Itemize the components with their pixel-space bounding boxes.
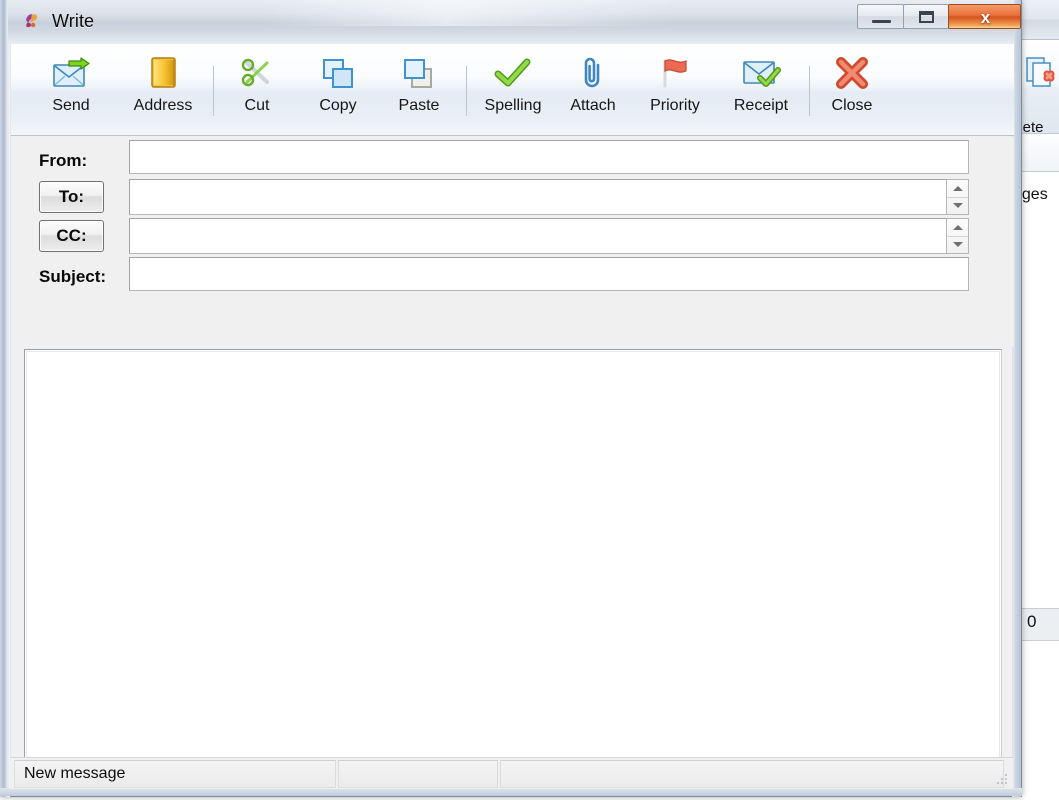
cc-spinner[interactable] xyxy=(947,218,969,254)
scissors-icon xyxy=(219,52,295,94)
send-envelope-icon xyxy=(25,52,117,94)
toolbar-label-receipt: Receipt xyxy=(733,97,789,114)
status-panel-second xyxy=(338,760,498,788)
toolbar-label-cut: Cut xyxy=(244,97,270,114)
toolbar-button-cut[interactable]: Cut xyxy=(219,52,295,128)
minimize-icon xyxy=(872,20,891,23)
resize-grip[interactable] xyxy=(995,772,1009,786)
chevron-down-icon xyxy=(952,203,963,209)
toolbar-separator xyxy=(466,66,467,116)
toolbar-button-attach[interactable]: Attach xyxy=(554,52,632,128)
toolbar-separator xyxy=(213,66,214,116)
client-area: Send Address Cut Copy Paste Spelling Att… xyxy=(10,44,1014,789)
from-input[interactable] xyxy=(129,140,969,174)
status-bar: New message xyxy=(10,757,1013,789)
window-frame-left xyxy=(0,0,10,797)
toolbar-separator xyxy=(809,66,810,116)
receipt-envelope-check-icon xyxy=(718,52,804,94)
to-input[interactable] xyxy=(129,179,947,215)
status-panel-third xyxy=(500,760,1004,788)
write-app-icon xyxy=(22,11,44,33)
toolbar-label-copy: Copy xyxy=(319,97,357,114)
window-title: Write xyxy=(52,11,95,31)
green-check-icon xyxy=(472,52,554,94)
background-window-counter: 0 xyxy=(1027,612,1037,631)
toolbar-button-receipt[interactable]: Receipt xyxy=(718,52,804,128)
maximize-icon xyxy=(919,11,934,23)
toolbar-button-address[interactable]: Address xyxy=(117,52,209,128)
titlebar[interactable]: Write x xyxy=(8,0,1021,44)
background-window-titlebar xyxy=(1017,0,1059,40)
subject-input[interactable] xyxy=(129,257,969,291)
minimize-button[interactable] xyxy=(857,4,904,29)
toolbar-button-spelling[interactable]: Spelling xyxy=(472,52,554,128)
cc-spinner-down[interactable] xyxy=(947,237,968,254)
window-frame-bottom xyxy=(0,788,1022,796)
message-body-textarea[interactable] xyxy=(27,352,1001,788)
copy-icon xyxy=(300,52,376,94)
message-body-container xyxy=(24,349,1002,789)
cc-button[interactable]: CC: xyxy=(39,220,104,252)
toolbar-button-priority[interactable]: Priority xyxy=(632,52,718,128)
paperclip-icon xyxy=(554,52,632,94)
toolbar-label-spelling: Spelling xyxy=(484,97,542,114)
cc-input[interactable] xyxy=(129,218,947,254)
chevron-up-icon xyxy=(952,185,963,191)
chevron-down-icon xyxy=(952,242,963,248)
background-window-list-header xyxy=(1017,134,1059,172)
chevron-up-icon xyxy=(952,224,963,230)
titlebar-highlight xyxy=(258,0,678,26)
message-body-inner xyxy=(26,351,1001,788)
message-header-fields: From: To: CC: Subject: xyxy=(11,137,1014,347)
cc-spinner-up[interactable] xyxy=(947,219,968,236)
toolbar-label-attach: Attach xyxy=(570,97,616,114)
toolbar-label-send: Send xyxy=(52,97,90,114)
toolbar-label-paste: Paste xyxy=(398,97,440,114)
toolbar: Send Address Cut Copy Paste Spelling Att… xyxy=(11,44,1014,136)
toolbar-label-close: Close xyxy=(831,97,873,114)
toolbar-button-copy[interactable]: Copy xyxy=(300,52,376,128)
write-message-window: Write x Send Address Cut Copy Paste Spel… xyxy=(0,0,1022,797)
subject-label: Subject: xyxy=(39,267,107,286)
toolbar-button-paste[interactable]: Paste xyxy=(381,52,457,128)
to-spinner[interactable] xyxy=(947,179,969,215)
close-icon: x xyxy=(980,7,991,27)
maximize-button[interactable] xyxy=(903,4,949,29)
address-book-icon xyxy=(117,52,209,94)
toolbar-button-send[interactable]: Send xyxy=(25,52,117,128)
paste-icon xyxy=(381,52,457,94)
to-button[interactable]: To: xyxy=(39,181,104,213)
from-label: From: xyxy=(39,151,88,170)
to-spinner-down[interactable] xyxy=(947,198,968,215)
status-message: New message xyxy=(24,765,126,782)
toolbar-button-close[interactable]: Close xyxy=(816,52,888,128)
background-window: elete ages 0 xyxy=(1011,0,1059,790)
close-window-button[interactable]: x xyxy=(948,4,1021,29)
red-x-icon xyxy=(816,52,888,94)
toolbar-label-priority: Priority xyxy=(650,97,700,114)
delete-icon[interactable] xyxy=(1023,55,1059,95)
red-flag-icon xyxy=(632,52,718,94)
toolbar-label-address: Address xyxy=(133,97,193,114)
to-spinner-up[interactable] xyxy=(947,180,968,197)
background-window-status-row xyxy=(1017,608,1059,641)
background-window-toolbar: elete xyxy=(1011,41,1059,136)
